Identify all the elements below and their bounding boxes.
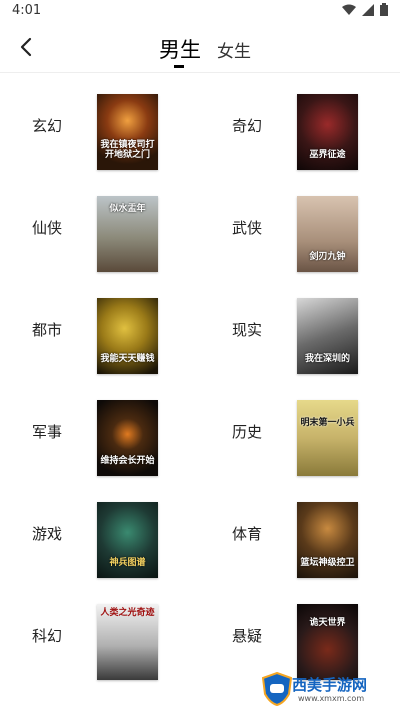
category-label: 科幻 [32, 627, 63, 645]
book-cover[interactable]: 我在深圳的 [297, 298, 358, 374]
category-item[interactable]: 武侠 剑刃九钟 [200, 175, 400, 277]
status-bar: 4:01 [0, 0, 400, 24]
cover-title: 巫界征途 [309, 150, 346, 160]
category-label: 仙侠 [32, 219, 63, 237]
tab-female[interactable]: 女生 [217, 37, 251, 62]
book-cover[interactable]: 似水盂年 [97, 196, 158, 272]
battery-icon [380, 3, 388, 16]
category-label: 现实 [232, 321, 263, 339]
category-label: 军事 [32, 423, 63, 441]
back-icon[interactable] [14, 34, 40, 60]
book-cover[interactable]: 明末第一小兵 [297, 400, 358, 476]
category-item[interactable]: 历史 明末第一小兵 [200, 379, 400, 481]
book-cover[interactable]: 诡天世界 [297, 604, 358, 680]
category-label: 游戏 [32, 525, 63, 543]
cover-title: 似水盂年 [109, 204, 146, 214]
watermark-url: www.xmxm.com [298, 694, 365, 703]
category-label: 武侠 [232, 219, 263, 237]
category-label: 历史 [232, 423, 263, 441]
watermark-logo-icon [262, 672, 292, 706]
status-time: 4:01 [12, 3, 42, 18]
cover-title: 剑刃九钟 [309, 252, 346, 262]
site-watermark: 西美手游网 www.xmxm.com [262, 672, 394, 708]
category-item[interactable]: 游戏 神兵图谱 [0, 481, 200, 583]
cover-title: 明末第一小兵 [300, 418, 355, 428]
cover-title: 我在深圳的 [304, 354, 350, 364]
category-label: 悬疑 [232, 627, 263, 645]
category-item[interactable]: 悬疑 诡天世界 [200, 583, 400, 685]
category-item[interactable]: 现实 我在深圳的 [200, 277, 400, 379]
category-label: 玄幻 [32, 117, 63, 135]
status-icons [342, 3, 388, 16]
tab-male[interactable]: 男生 [159, 34, 201, 64]
category-item[interactable]: 仙侠 似水盂年 [0, 175, 200, 277]
watermark-text: 西美手游网 [292, 676, 368, 694]
book-cover[interactable]: 我在镇夜司打开地狱之门 [97, 94, 158, 170]
cover-title: 维持会长开始 [100, 456, 155, 466]
category-label: 体育 [232, 525, 263, 543]
cover-title: 篮坛神级控卫 [300, 558, 355, 568]
category-item[interactable]: 都市 我能天天赚钱 [0, 277, 200, 379]
book-cover[interactable]: 人类之光奇迹 [97, 604, 158, 680]
signal-icon [362, 3, 374, 16]
category-label: 都市 [32, 321, 63, 339]
category-item[interactable]: 科幻 人类之光奇迹 [0, 583, 200, 685]
book-cover[interactable]: 篮坛神级控卫 [297, 502, 358, 578]
book-cover[interactable]: 维持会长开始 [97, 400, 158, 476]
book-cover[interactable]: 巫界征途 [297, 94, 358, 170]
header: 男生 女生 [0, 24, 400, 73]
cover-title: 诡天世界 [309, 618, 346, 628]
book-cover[interactable]: 我能天天赚钱 [97, 298, 158, 374]
cover-title: 我在镇夜司打开地狱之门 [100, 140, 155, 160]
cover-title: 神兵图谱 [109, 558, 146, 568]
tab-indicator [174, 65, 184, 68]
cover-title: 人类之光奇迹 [100, 608, 155, 618]
cover-title: 我能天天赚钱 [100, 354, 155, 364]
category-item[interactable]: 军事 维持会长开始 [0, 379, 200, 481]
category-item[interactable]: 玄幻 我在镇夜司打开地狱之门 [0, 73, 200, 175]
wifi-icon [342, 4, 356, 15]
book-cover[interactable]: 神兵图谱 [97, 502, 158, 578]
category-item[interactable]: 体育 篮坛神级控卫 [200, 481, 400, 583]
category-label: 奇幻 [232, 117, 263, 135]
book-cover[interactable]: 剑刃九钟 [297, 196, 358, 272]
category-item[interactable]: 奇幻 巫界征途 [200, 73, 400, 175]
